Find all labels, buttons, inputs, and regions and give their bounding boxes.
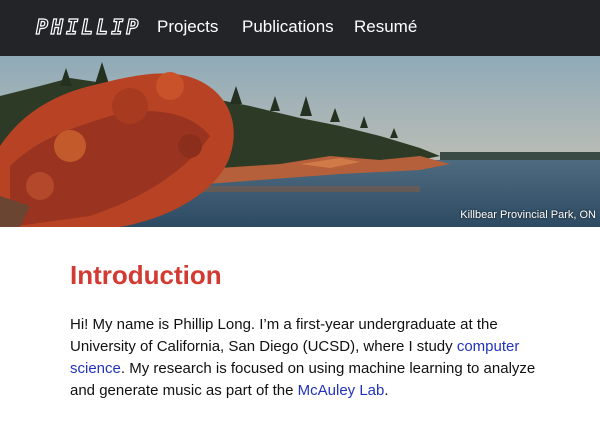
hero-landscape-image — [0, 56, 600, 227]
intro-heading: Introduction — [70, 260, 222, 290]
nav-link-resume[interactable]: Resumé — [354, 17, 417, 37]
site-logo[interactable]: PHILLIP — [35, 14, 141, 39]
mcauley-lab-link[interactable]: McAuley Lab — [298, 382, 385, 399]
bottom-fade — [0, 401, 600, 429]
intro-paragraph: Hi! My name is Phillip Long. I’m a first… — [70, 314, 550, 402]
intro-text-3: . — [384, 382, 389, 399]
nav-link-projects[interactable]: Projects — [157, 17, 218, 37]
hero-banner: Killbear Provincial Park, ON — [0, 56, 600, 227]
top-nav: PHILLIP Projects Publications Resumé — [0, 0, 600, 56]
hero-caption: Killbear Provincial Park, ON — [460, 209, 596, 221]
intro-section: Introduction Hi! My name is Phillip Long… — [70, 258, 550, 402]
intro-text-1: Hi! My name is Phillip Long. I’m a first… — [70, 316, 498, 355]
nav-link-publications[interactable]: Publications — [242, 17, 334, 37]
